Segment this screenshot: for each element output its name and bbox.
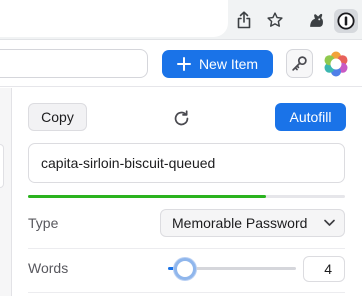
row-divider <box>28 292 345 293</box>
words-slider-thumb[interactable] <box>173 258 196 280</box>
autofill-button[interactable]: Autofill <box>275 103 346 131</box>
key-icon <box>292 56 307 71</box>
password-generator-button[interactable] <box>286 49 313 78</box>
password-strength-meter <box>28 195 345 198</box>
refresh-icon <box>174 109 188 125</box>
bookmark-star-icon[interactable] <box>265 10 285 30</box>
password-strength-fill <box>28 195 266 198</box>
new-item-button[interactable]: New Item <box>162 50 273 78</box>
extension-puzzle-icon[interactable] <box>306 10 326 30</box>
password-type-value: Memorable Password <box>172 215 308 231</box>
copy-button[interactable]: Copy <box>28 103 87 131</box>
search-input[interactable] <box>0 49 148 78</box>
row-divider <box>28 248 345 249</box>
words-label: Words <box>28 260 69 276</box>
share-icon[interactable] <box>234 10 254 30</box>
account-avatar[interactable] <box>323 51 349 77</box>
browser-toolbar <box>0 0 362 40</box>
generated-password-field[interactable]: capita-sirloin-biscuit-queued <box>28 143 345 183</box>
app-header: New Item <box>0 41 362 87</box>
address-bar[interactable] <box>0 0 228 37</box>
password-type-select[interactable]: Memorable Password <box>160 209 345 237</box>
item-list-card[interactable] <box>0 144 4 188</box>
words-count-input[interactable]: 4 <box>303 256 345 282</box>
regenerate-button[interactable] <box>169 106 193 130</box>
onepassword-extension-icon[interactable] <box>334 9 358 33</box>
item-list-edge <box>0 88 12 296</box>
new-item-label: New Item <box>198 56 259 72</box>
type-label: Type <box>28 215 59 231</box>
plus-icon <box>176 57 191 71</box>
chevron-down-icon <box>324 219 335 226</box>
account-flower-icon <box>324 51 348 77</box>
